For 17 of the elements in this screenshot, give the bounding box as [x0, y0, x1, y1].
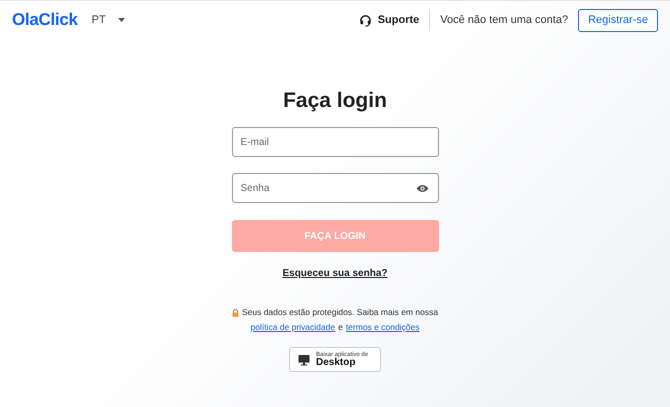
email-field[interactable]: E-mail [232, 127, 438, 157]
terms-link[interactable]: termos e condições [346, 320, 420, 335]
caret-icon [118, 18, 125, 22]
privacy-policy-link[interactable]: política de privacidade [250, 320, 336, 335]
lock-icon [232, 308, 239, 316]
password-field[interactable]: Senha [232, 173, 438, 203]
register-button[interactable]: Registrar-se [578, 8, 658, 32]
logo: OlaClick [12, 10, 78, 30]
eye-icon[interactable] [416, 184, 428, 192]
support-link[interactable]: Suporte [358, 9, 430, 31]
login-title: Faça login [283, 89, 387, 113]
monitor-icon [298, 354, 310, 366]
language-selector[interactable]: PT [92, 14, 125, 26]
forgot-password-link[interactable]: Esqueceu sua senha? [282, 268, 388, 279]
privacy-notice: Seus dados estão protegidos. Saiba mais em nossa política de privacidade e termos e condições [232, 305, 438, 335]
headset-icon [358, 14, 372, 26]
no-account-text: Você não tem uma conta? [440, 14, 568, 26]
